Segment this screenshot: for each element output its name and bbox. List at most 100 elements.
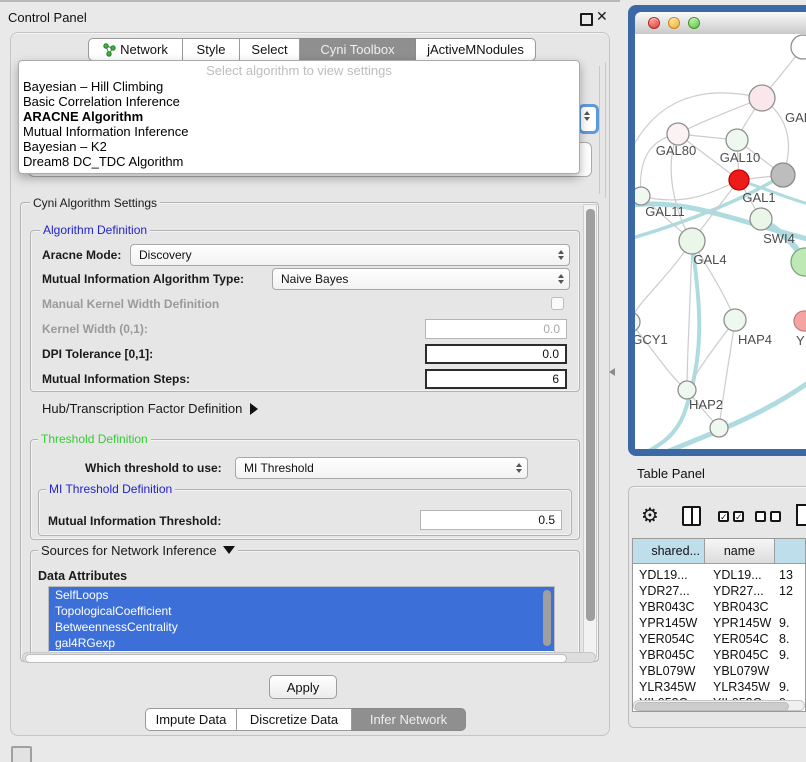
- mac-minimize-button[interactable]: [668, 17, 680, 29]
- kernel-width-field[interactable]: 0.0: [425, 319, 567, 339]
- table-cell[interactable]: YBR045C: [713, 648, 769, 662]
- table-cell[interactable]: 9.: [779, 648, 789, 662]
- network-graph: GAL GAL80 GAL10 GAL1 GAL11 SWI4 GAL4 GCY…: [635, 34, 806, 449]
- close-icon[interactable]: ✕: [596, 8, 608, 25]
- mi-type-combo[interactable]: Naive Bayes: [272, 268, 570, 290]
- table-hscrollbar-thumb[interactable]: [635, 702, 789, 711]
- table-cell[interactable]: 9.: [779, 680, 789, 694]
- dropdown-item[interactable]: Basic Correlation Inference: [19, 94, 579, 109]
- spinner-down-icon: [558, 256, 564, 260]
- table-mode-icon[interactable]: [796, 504, 806, 526]
- table-cell[interactable]: YLR345W: [713, 680, 770, 694]
- table-cell[interactable]: YBR045C: [639, 648, 695, 662]
- spinner-down-icon: [558, 280, 564, 284]
- manual-kernel-checkbox[interactable]: [551, 297, 564, 310]
- tab-infer-network[interactable]: Infer Network: [352, 708, 466, 731]
- table-cell[interactable]: YDR27...: [639, 584, 690, 598]
- tab-discretize-data[interactable]: Discretize Data: [237, 708, 352, 731]
- table-cell[interactable]: YDR27...: [713, 584, 764, 598]
- float-window-icon[interactable]: [580, 13, 593, 26]
- table-cell[interactable]: YBR043C: [639, 600, 695, 614]
- list-item[interactable]: gal4RGexp: [49, 635, 554, 651]
- list-item[interactable]: SelfLoops: [49, 587, 554, 603]
- node-gal10[interactable]: [726, 129, 748, 151]
- list-scrollbar-thumb[interactable]: [543, 590, 551, 646]
- dropdown-item[interactable]: Mutual Information Inference: [19, 124, 579, 139]
- gear-icon[interactable]: ⚙: [641, 503, 659, 528]
- table-hscrollbar[interactable]: [633, 700, 805, 711]
- settings-hscrollbar[interactable]: [22, 652, 596, 663]
- settings-scrollbar-thumb[interactable]: [586, 209, 595, 621]
- node-gray[interactable]: [771, 163, 795, 187]
- tab-select[interactable]: Select: [240, 38, 300, 61]
- docked-panel-icon[interactable]: [11, 746, 32, 762]
- table-cell[interactable]: YBL079W: [639, 664, 695, 678]
- data-attributes-list[interactable]: SelfLoops TopologicalCoefficient Between…: [48, 586, 555, 653]
- table-cell[interactable]: YPR145W: [713, 616, 771, 630]
- dropdown-header: Select algorithm to view settings: [19, 63, 579, 78]
- checkbox-empty-icon[interactable]: [770, 511, 781, 522]
- table-cell[interactable]: 12: [779, 584, 793, 598]
- mi-steps-field[interactable]: 6: [425, 369, 567, 389]
- tab-cyni-toolbox[interactable]: Cyni Toolbox: [300, 38, 416, 61]
- network-canvas[interactable]: GAL GAL80 GAL10 GAL1 GAL11 SWI4 GAL4 GCY…: [635, 34, 806, 449]
- node-gcy1[interactable]: [635, 312, 640, 332]
- column-header-partial[interactable]: [775, 539, 806, 564]
- dpi-tolerance-field[interactable]: 0.0: [425, 344, 567, 364]
- list-item[interactable]: TopologicalCoefficient: [49, 603, 554, 619]
- node-label: HAP2: [689, 397, 723, 412]
- list-item[interactable]: BetweennessCentrality: [49, 619, 554, 635]
- column-header-shared-name[interactable]: shared...: [633, 539, 705, 564]
- table-cell[interactable]: 8.: [779, 632, 789, 646]
- dropdown-item[interactable]: Bayesian – Hill Climbing: [19, 79, 579, 94]
- node-gal[interactable]: [749, 85, 775, 111]
- dropdown-item[interactable]: Dream8 DC_TDC Algorithm: [19, 154, 579, 169]
- settings-scrollbar[interactable]: [583, 204, 597, 658]
- splitpane-collapse-icon[interactable]: [609, 368, 615, 376]
- node-gal11[interactable]: [635, 187, 650, 205]
- node-green[interactable]: [791, 248, 806, 276]
- node-swi4[interactable]: [750, 208, 772, 230]
- network-view-frame[interactable]: GAL GAL80 GAL10 GAL1 GAL11 SWI4 GAL4 GCY…: [628, 5, 806, 456]
- column-header-name[interactable]: name: [705, 539, 775, 564]
- checkbox-checked-icon[interactable]: ✓: [733, 511, 744, 522]
- table-cell[interactable]: YER054C: [713, 632, 769, 646]
- node[interactable]: [710, 419, 728, 437]
- mac-zoom-button[interactable]: [688, 17, 700, 29]
- node-gal80[interactable]: [667, 123, 689, 145]
- table-cell[interactable]: YDL19...: [713, 568, 762, 582]
- sources-group-header[interactable]: Sources for Network Inference: [38, 543, 238, 558]
- node-salmon[interactable]: [794, 311, 806, 331]
- aracne-mode-combo[interactable]: Discovery: [130, 244, 570, 266]
- algorithm-combo-spinner-focused[interactable]: [578, 104, 599, 134]
- node-table[interactable]: shared... name YDL19... YDL19... 13 YDR2…: [632, 538, 806, 712]
- checkbox-checked-icon[interactable]: ✓: [718, 511, 729, 522]
- tab-network[interactable]: Network: [88, 38, 183, 61]
- table-cell[interactable]: 13: [779, 568, 793, 582]
- checkbox-empty-icon[interactable]: [755, 511, 766, 522]
- node-gal4[interactable]: [679, 228, 705, 254]
- table-cell[interactable]: YLR345W: [639, 680, 696, 694]
- table-cell[interactable]: YPR145W: [639, 616, 697, 630]
- node[interactable]: [791, 35, 806, 59]
- table-cell[interactable]: YDL19...: [639, 568, 688, 582]
- table-cell[interactable]: YER054C: [639, 632, 695, 646]
- dropdown-item-selected[interactable]: ARACNE Algorithm: [19, 109, 579, 124]
- columns-icon[interactable]: [682, 506, 701, 526]
- table-cell[interactable]: 9.: [779, 616, 789, 630]
- tab-style[interactable]: Style: [183, 38, 240, 61]
- which-threshold-combo[interactable]: MI Threshold: [235, 457, 528, 479]
- mi-threshold-field[interactable]: 0.5: [420, 510, 562, 530]
- node-gal1-selected[interactable]: [729, 170, 749, 190]
- dropdown-item[interactable]: Bayesian – K2: [19, 139, 579, 154]
- table-cell[interactable]: YBL079W: [713, 664, 769, 678]
- hub-definition-expander[interactable]: Hub/Transcription Factor Definition: [42, 401, 258, 416]
- settings-hscrollbar-thumb[interactable]: [25, 654, 567, 663]
- table-cell[interactable]: YBR043C: [713, 600, 769, 614]
- apply-button[interactable]: Apply: [269, 675, 337, 699]
- mac-close-button[interactable]: [648, 17, 660, 29]
- node-hap4[interactable]: [724, 309, 746, 331]
- tab-impute-data[interactable]: Impute Data: [145, 708, 237, 731]
- tab-jactivemnodules[interactable]: jActiveMNodules: [416, 38, 536, 61]
- network-window-titlebar[interactable]: [635, 12, 806, 35]
